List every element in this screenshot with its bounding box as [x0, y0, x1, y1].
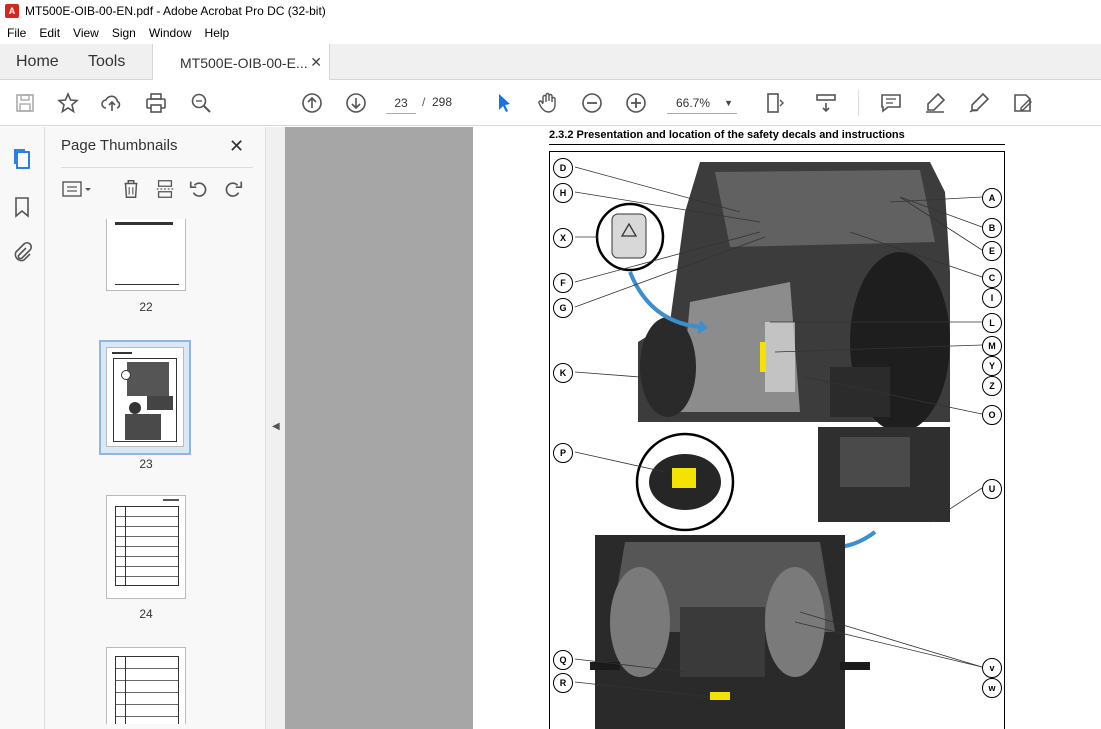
print-icon[interactable]	[143, 90, 169, 116]
comment-icon[interactable]	[878, 90, 904, 116]
thumbnail-label: 24	[139, 607, 153, 621]
tab-bar: Home Tools MT500E-OIB-00-E... ✕	[0, 44, 1101, 81]
toolbar-divider	[858, 90, 859, 116]
callout-c: C	[982, 268, 1002, 288]
menu-file[interactable]: File	[7, 26, 26, 40]
thumbnail-page-23[interactable]	[106, 347, 184, 447]
thumbnail-label: 22	[139, 300, 153, 314]
panel-divider	[61, 167, 253, 168]
panel-toolbar	[45, 175, 265, 205]
panel-splitter[interactable]: ◀	[265, 127, 285, 729]
callout-b: B	[982, 218, 1002, 238]
page-number-input[interactable]: 23	[386, 92, 416, 114]
extract-pages-icon[interactable]	[153, 177, 177, 201]
callout-x: X	[553, 228, 573, 248]
thumbnail-panel: Page Thumbnails ✕ 22 23 24	[45, 127, 265, 729]
thumbnail-list[interactable]: 22 23 24 ▲ ▼	[61, 219, 259, 724]
tab-home[interactable]: Home	[16, 44, 59, 80]
menu-window[interactable]: Window	[149, 26, 192, 40]
save-icon[interactable]	[12, 90, 38, 116]
callout-e: E	[982, 241, 1002, 261]
menu-bar: File Edit View Sign Window Help	[0, 22, 1101, 44]
upload-icon[interactable]	[99, 90, 125, 116]
left-rail	[0, 127, 45, 729]
tractor-illustration	[574, 162, 983, 729]
menu-sign[interactable]: Sign	[112, 26, 136, 40]
zoom-in-icon[interactable]	[623, 90, 649, 116]
attachments-icon[interactable]	[10, 241, 34, 265]
bookmarks-icon[interactable]	[10, 195, 34, 219]
highlight-icon[interactable]	[922, 90, 948, 116]
page-fit-icon[interactable]	[762, 90, 788, 116]
callout-i: I	[982, 288, 1002, 308]
delete-page-icon[interactable]	[119, 177, 143, 201]
callout-y: Y	[982, 356, 1002, 376]
next-page-icon[interactable]	[343, 90, 369, 116]
prev-page-icon[interactable]	[299, 90, 325, 116]
menu-view[interactable]: View	[73, 26, 99, 40]
rotate-right-icon[interactable]	[221, 177, 245, 201]
section-rule	[549, 144, 1005, 145]
thumbnail-page-25[interactable]	[106, 647, 186, 724]
tractor-top-view	[638, 162, 950, 432]
title-bar: A MT500E-OIB-00-EN.pdf - Adobe Acrobat P…	[0, 0, 1101, 22]
callout-v: v	[982, 658, 1002, 678]
document-view[interactable]: 2.3.2 Presentation and location of the s…	[285, 127, 1101, 729]
callout-z: Z	[982, 376, 1002, 396]
edit-pdf-icon[interactable]	[1010, 90, 1036, 116]
tractor-rear-view	[590, 535, 870, 729]
menu-edit[interactable]: Edit	[39, 26, 60, 40]
callout-g: G	[553, 298, 573, 318]
callout-r: R	[553, 673, 573, 693]
main-toolbar: 23 / 298 66.7% ▼	[0, 80, 1101, 126]
fill-sign-icon[interactable]	[966, 90, 992, 116]
callout-d: D	[553, 158, 573, 178]
pdf-page: 2.3.2 Presentation and location of the s…	[473, 127, 1101, 729]
zoom-level-select[interactable]: 66.7% ▼	[667, 92, 737, 114]
panel-title: Page Thumbnails	[61, 137, 178, 154]
thumbnail-label: 23	[139, 457, 153, 471]
callout-f: F	[553, 273, 573, 293]
thumbnail-page-24[interactable]	[106, 495, 186, 599]
close-panel-icon[interactable]: ✕	[229, 136, 244, 157]
tab-document[interactable]: MT500E-OIB-00-E... ✕	[152, 44, 330, 81]
safety-decal-figure: D H X F G K P Q R A B E C I L M Y Z O U …	[549, 151, 1005, 729]
callout-k: K	[553, 363, 573, 383]
chevron-down-icon: ▼	[724, 98, 733, 108]
collapse-panel-icon[interactable]: ◀	[272, 421, 280, 432]
callout-w: w	[982, 678, 1002, 698]
menu-help[interactable]: Help	[205, 26, 230, 40]
acrobat-pdf-icon: A	[5, 4, 19, 18]
search-zoom-icon[interactable]	[188, 90, 214, 116]
callout-m: M	[982, 336, 1002, 356]
rotate-left-icon[interactable]	[187, 177, 211, 201]
callout-u: U	[982, 479, 1002, 499]
hand-icon[interactable]	[535, 90, 561, 116]
callout-p: P	[553, 443, 573, 463]
close-tab-icon[interactable]: ✕	[310, 54, 322, 71]
callout-o: O	[982, 405, 1002, 425]
tab-document-label: MT500E-OIB-00-E...	[180, 54, 308, 71]
options-menu-icon[interactable]	[61, 177, 95, 201]
scroll-mode-icon[interactable]	[813, 90, 839, 116]
page-separator: /	[422, 95, 426, 109]
callout-a: A	[982, 188, 1002, 208]
section-heading: 2.3.2 Presentation and location of the s…	[549, 129, 905, 141]
window-title: MT500E-OIB-00-EN.pdf - Adobe Acrobat Pro…	[25, 4, 326, 18]
callout-q: Q	[553, 650, 573, 670]
callout-h: H	[553, 183, 573, 203]
bookmark-star-icon[interactable]	[55, 90, 81, 116]
thumbnail-page-22[interactable]	[106, 219, 186, 291]
callout-l: L	[982, 313, 1002, 333]
tab-tools[interactable]: Tools	[88, 44, 125, 80]
zoom-value: 66.7%	[676, 96, 711, 110]
page-thumbnails-icon[interactable]	[10, 147, 34, 171]
select-cursor-icon[interactable]	[491, 90, 517, 116]
zoom-out-icon[interactable]	[579, 90, 605, 116]
page-total: 298	[432, 95, 453, 109]
